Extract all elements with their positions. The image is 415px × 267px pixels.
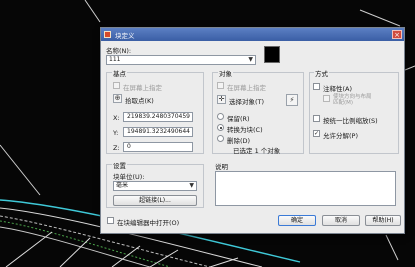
objects-specify-label: 在屏幕上指定	[227, 84, 266, 92]
cancel-button[interactable]: 取消	[322, 215, 360, 226]
settings-title: 设置	[112, 160, 127, 170]
name-label: 名称(N):	[106, 47, 132, 55]
drawing-line	[0, 144, 41, 196]
pick-point-icon[interactable]: ⊕	[113, 94, 122, 103]
x-field[interactable]: 219839.2480370459	[123, 112, 193, 122]
delete-label: 删除(D)	[227, 137, 251, 145]
help-button[interactable]: 帮助(H)	[365, 215, 401, 226]
title-bar[interactable]: 块定义 ×	[101, 28, 404, 41]
select-objects-icon[interactable]: ✛	[217, 95, 226, 104]
drawing-line	[84, 0, 101, 23]
match-orientation-label: 使块方向与布局匹配(M)	[333, 94, 372, 106]
basepoint-specify-label: 在屏幕上指定	[123, 84, 162, 92]
delete-radio[interactable]	[217, 135, 224, 142]
description-textarea[interactable]	[215, 171, 396, 206]
leader-line	[149, 249, 179, 267]
allow-exploding-checkbox[interactable]: ✓	[313, 130, 320, 137]
x-label: X:	[113, 114, 120, 122]
annotative-checkbox[interactable]	[313, 83, 320, 90]
pick-point-button[interactable]: 拾取点(K)	[125, 95, 154, 105]
retain-radio[interactable]	[217, 113, 224, 120]
convert-label: 转换为块(C)	[227, 126, 263, 134]
y-label: Y:	[113, 129, 119, 137]
basepoint-specify-checkbox[interactable]	[113, 82, 120, 89]
hyperlink-button[interactable]: 超链接(L)...	[113, 195, 197, 206]
z-field[interactable]: 0	[123, 142, 193, 152]
basepoint-title: 基点	[112, 68, 127, 78]
leader-line	[209, 257, 239, 267]
objects-specify-checkbox[interactable]	[217, 82, 224, 89]
block-preview	[264, 46, 280, 63]
drawing-line	[404, 65, 415, 71]
quick-select-icon[interactable]: ⚡	[286, 94, 298, 106]
retain-label: 保留(R)	[227, 115, 250, 123]
dialog-title: 块定义	[115, 32, 135, 40]
close-button[interactable]: ×	[392, 30, 402, 39]
drawing-line	[385, 234, 399, 261]
open-in-editor-checkbox[interactable]	[107, 217, 114, 224]
allow-exploding-label: 允许分解(P)	[323, 132, 358, 140]
chevron-down-icon: ▼	[248, 56, 253, 63]
ok-button[interactable]: 确定	[278, 215, 316, 226]
description-label: 说明	[215, 163, 228, 171]
behavior-title: 方式	[314, 68, 329, 78]
scale-uniformly-label: 按统一比例缩放(S)	[323, 117, 378, 125]
selection-status: 已选定 1 个对象	[233, 147, 281, 155]
leader-line	[5, 231, 53, 267]
match-orientation-checkbox[interactable]	[323, 95, 330, 102]
block-unit-label: 块单位(U):	[113, 173, 145, 181]
drawing-line	[359, 9, 401, 27]
leader-line	[111, 245, 141, 267]
scale-uniformly-checkbox[interactable]	[313, 115, 320, 122]
block-unit-combo[interactable]: 毫米 ▼	[113, 181, 197, 191]
z-label: Z:	[113, 144, 120, 152]
cad-canvas[interactable]: 块定义 × 名称(N): 111 ▼ 基点 在屏幕上指定 ⊕ 拾取点(K) X:…	[0, 0, 415, 267]
app-icon	[104, 31, 111, 38]
select-objects-button[interactable]: 选择对象(T)	[229, 96, 264, 106]
block-unit-value: 毫米	[116, 182, 129, 189]
block-definition-dialog: 块定义 × 名称(N): 111 ▼ 基点 在屏幕上指定 ⊕ 拾取点(K) X:…	[100, 27, 405, 234]
convert-radio[interactable]	[217, 124, 224, 131]
name-value: 111	[109, 56, 121, 63]
y-field[interactable]: 194891.3232490644	[123, 127, 193, 137]
open-in-editor-label: 在块编辑器中打开(O)	[117, 219, 180, 227]
annotative-label: 注释性(A)	[323, 85, 353, 93]
objects-title: 对象	[218, 68, 233, 78]
chevron-down-icon: ▼	[189, 182, 194, 189]
name-combo[interactable]: 111 ▼	[106, 55, 256, 65]
